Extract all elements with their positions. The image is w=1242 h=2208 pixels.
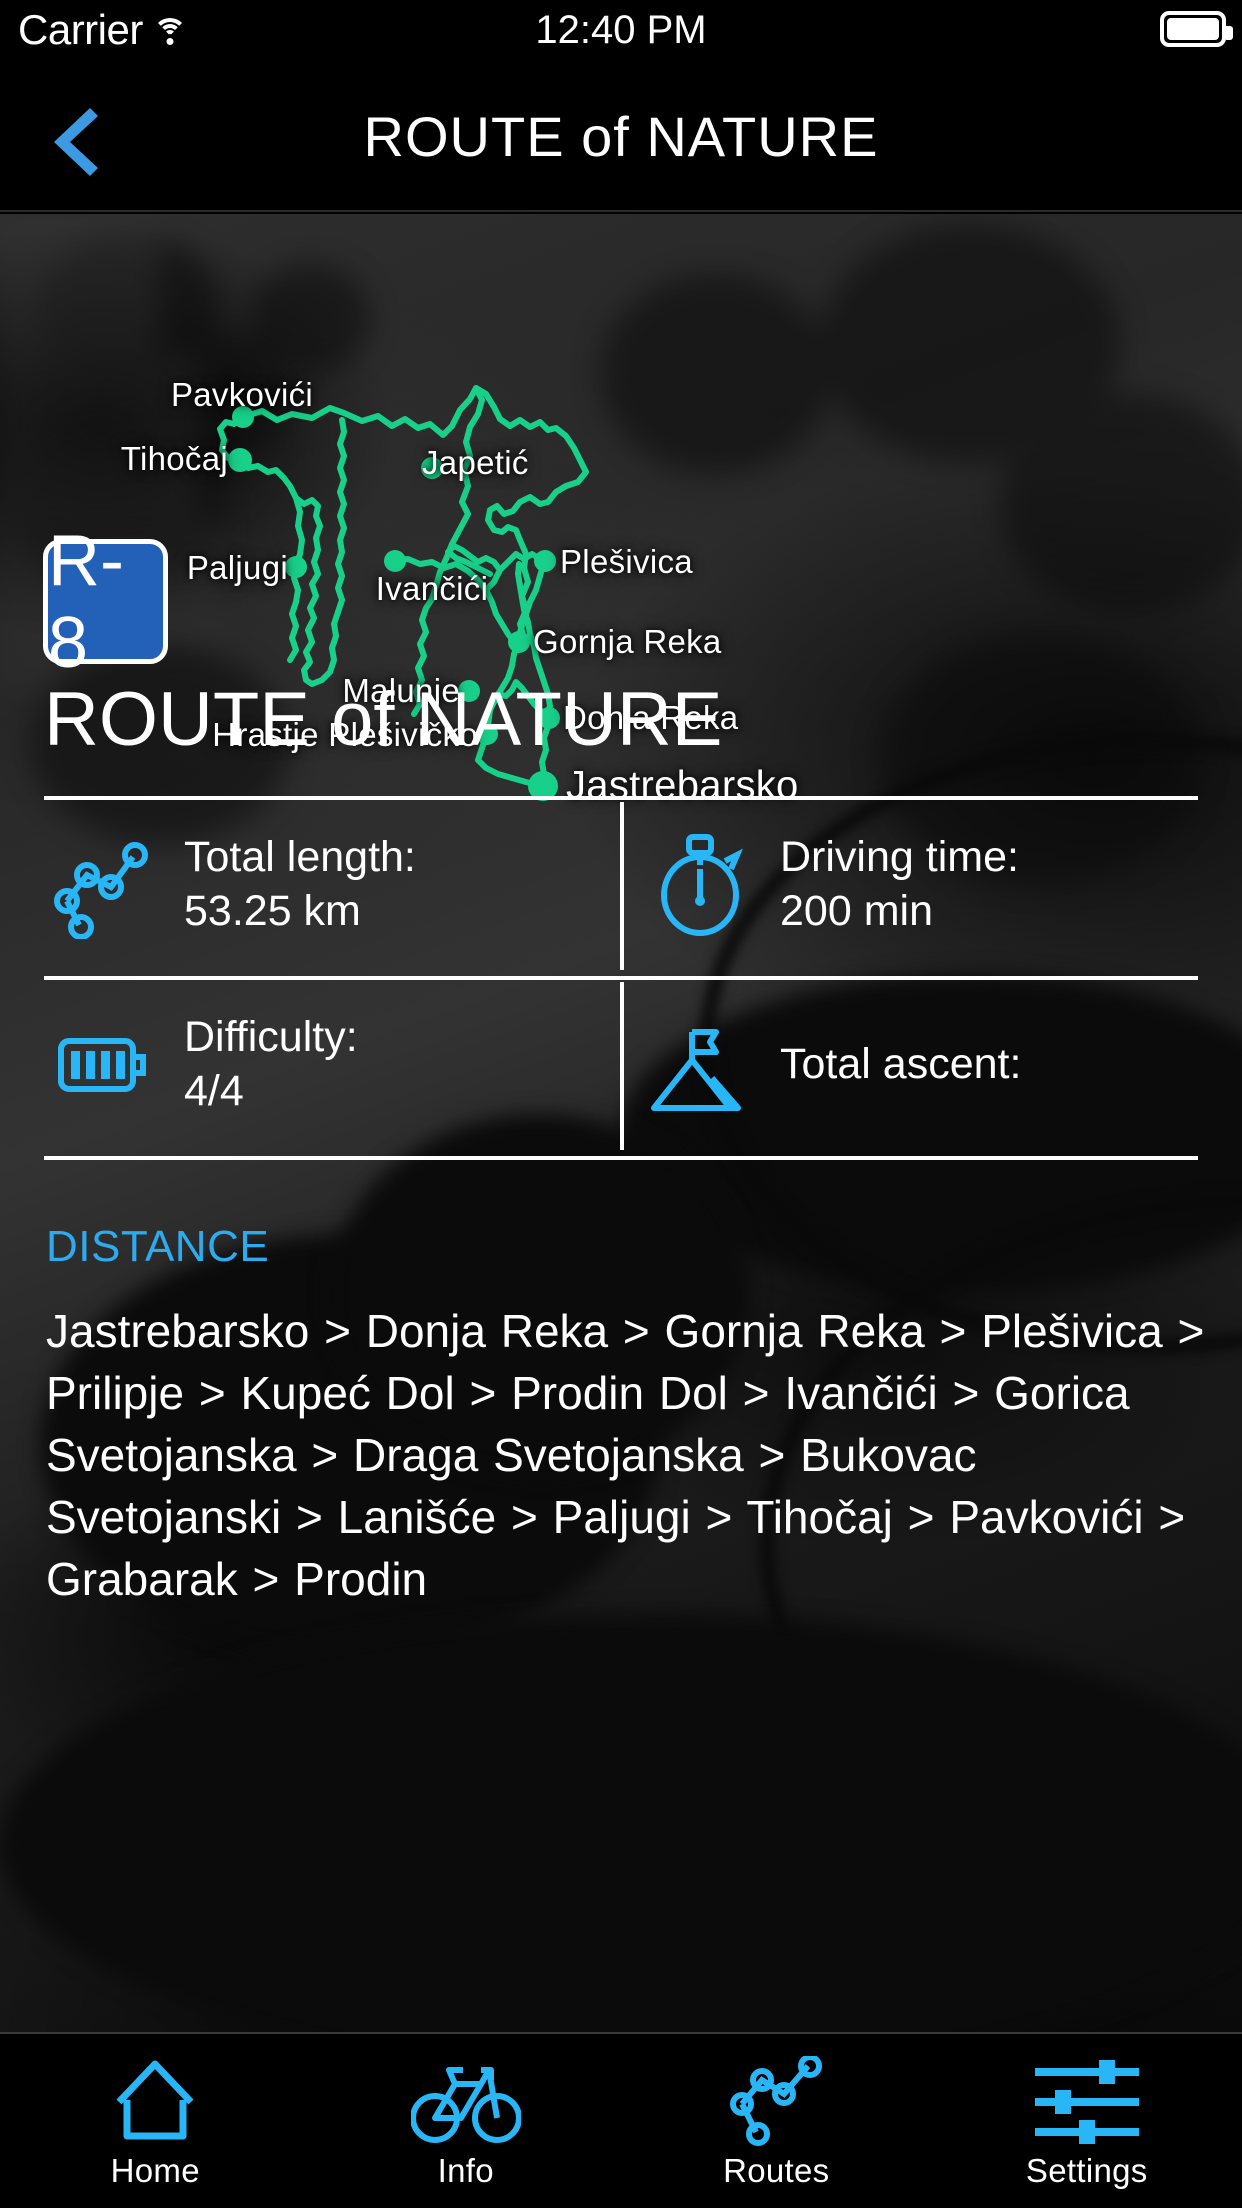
route-map[interactable]: Pavkovići Tihočaj Japetić Plešivica Paljugi I…	[0, 214, 1242, 874]
page-title: ROUTE of NATURE	[363, 104, 879, 168]
stopwatch-icon	[640, 824, 760, 944]
route-badge: R-8	[43, 521, 168, 683]
tab-settings[interactable]: Settings	[932, 2034, 1242, 2208]
stat-value: 53.25 km	[184, 887, 361, 935]
status-bar: Carrier 12:40 PM	[0, 0, 1242, 60]
navigation-bar: ROUTE of NATURE	[0, 60, 1242, 212]
stat-value: 200 min	[780, 887, 933, 935]
map-place-label: Japetić	[422, 444, 529, 481]
stat-label: Total ascent:	[780, 1040, 1022, 1088]
tab-label: Home	[110, 2152, 200, 2189]
stats-divider-top	[44, 796, 1198, 800]
stats-vertical-divider-bottom	[620, 982, 624, 1150]
battery-full-icon	[1160, 11, 1233, 47]
status-time: 12:40 PM	[535, 8, 707, 52]
map-place-label: Pavkovići	[170, 376, 314, 413]
stat-label: Difficulty:	[184, 1013, 358, 1061]
map-place-label: Jastrebarsko	[566, 763, 799, 808]
tab-label: Settings	[1025, 2152, 1148, 2189]
hero-section: Pavkovići Tihočaj Japetić Plešivica Paljugi I…	[0, 214, 1242, 2032]
mountain-flag-icon	[640, 1004, 760, 1124]
route-name-heading: ROUTE of NATURE	[44, 677, 723, 762]
tab-label: Routes	[723, 2152, 830, 2189]
tab-routes[interactable]: Routes	[621, 2034, 932, 2208]
stats-divider-bottom	[44, 1156, 1198, 1160]
stat-total-length: Total length: 53.25 km	[44, 824, 604, 944]
map-place-label: Ivančići	[375, 570, 489, 607]
map-place-label: Paljugi	[186, 549, 288, 586]
map-place-label: Plešivica	[560, 543, 693, 580]
stat-label: Total length:	[184, 833, 416, 881]
tab-bar: Home Info Routes Settings	[0, 2032, 1242, 2208]
map-place-label: Tihočaj	[120, 440, 228, 477]
distance-route-text: Jastrebarsko > Donja Reka > Gornja Reka …	[46, 1305, 1205, 1605]
stat-value: 4/4	[184, 1067, 244, 1115]
stats-vertical-divider-top	[620, 802, 624, 970]
route-nodes-icon	[44, 824, 164, 944]
stat-difficulty: Difficulty: 4/4	[44, 1004, 604, 1124]
bicycle-icon	[410, 2056, 521, 2148]
tab-home[interactable]: Home	[0, 2034, 311, 2208]
route-nodes-icon	[726, 2056, 826, 2148]
sliders-icon	[1033, 2056, 1141, 2148]
tab-info[interactable]: Info	[311, 2034, 622, 2208]
stat-label: Driving time:	[780, 833, 1019, 881]
stats-divider-middle	[44, 976, 1198, 980]
battery-level-icon	[44, 1004, 164, 1124]
map-place-label: Gornja Reka	[533, 623, 722, 660]
tab-label: Info	[437, 2152, 494, 2189]
stat-total-ascent: Total ascent:	[640, 1004, 1200, 1124]
home-icon	[109, 2056, 201, 2148]
distance-heading: DISTANCE	[46, 1222, 270, 1271]
stat-driving-time: Driving time: 200 min	[640, 824, 1200, 944]
